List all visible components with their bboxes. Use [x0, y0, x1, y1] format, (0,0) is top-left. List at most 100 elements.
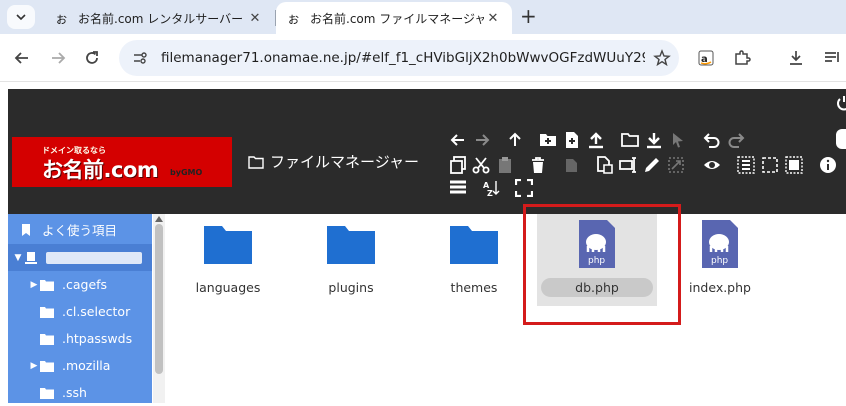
back-button[interactable] [10, 46, 34, 70]
onamae-favicon-icon: ぉ [55, 12, 68, 26]
invert-selection-icon[interactable] [784, 155, 804, 175]
new-file-icon[interactable] [562, 130, 582, 150]
sidebar-item-root[interactable]: ▼ [8, 244, 152, 271]
preview-icon[interactable] [702, 155, 722, 175]
download-icon[interactable] [784, 46, 808, 70]
undo-icon[interactable] [702, 130, 722, 150]
paste-icon[interactable] [495, 155, 515, 175]
url-text: filemanager71.onamae.ne.jp/#elf_f1_cHVib… [161, 50, 645, 66]
edit-icon[interactable] [642, 155, 662, 175]
reload-icon [86, 51, 98, 64]
php-badge: php [711, 256, 728, 266]
resize-icon[interactable] [666, 155, 686, 175]
select-none-icon[interactable] [760, 155, 780, 175]
reload-button[interactable] [80, 46, 104, 70]
tab-title: お名前.com レンタルサーバー コントロールパネル [78, 11, 246, 26]
sidebar-item-label: .mozilla [62, 358, 111, 373]
svg-text:ぉ: ぉ [55, 12, 68, 26]
tab-title: お名前.com ファイルマネージャー [310, 11, 484, 26]
onamae-favicon-icon: ぉ [287, 12, 300, 26]
annotation-highlight-box [523, 204, 681, 325]
file-name: themes [450, 280, 498, 295]
close-icon[interactable]: ✕ [246, 11, 264, 26]
tab-control-panel[interactable]: ぉ お名前.com レンタルサーバー コントロールパネル ✕ [44, 2, 274, 34]
site-info-icon[interactable] [131, 49, 149, 67]
sidebar-item-favorites[interactable]: よく使う項目 [8, 216, 152, 243]
extensions-puzzle-icon[interactable] [730, 46, 754, 70]
navigation-sidebar: よく使う項目 ▼ ▶ .cagefs .cl.selector .htpassw… [8, 214, 152, 403]
bookmark-icon [20, 223, 34, 237]
chevron-down-icon [16, 14, 26, 21]
expand-down-icon[interactable]: ▼ [12, 253, 24, 263]
expand-right-icon[interactable]: ▶ [28, 361, 40, 371]
duplicate-icon[interactable] [594, 155, 614, 175]
copy-icon[interactable] [448, 155, 468, 175]
browser-toolbar: filemanager71.onamae.ne.jp/#elf_f1_cHVib… [0, 34, 846, 82]
address-bar[interactable]: filemanager71.onamae.ne.jp/#elf_f1_cHVib… [119, 40, 679, 76]
folder-icon [40, 278, 54, 292]
svg-text:ぉ: ぉ [287, 12, 300, 26]
onamae-logo: ドメイン取るなら お名前.com byGMO [12, 137, 232, 187]
list-view-icon[interactable] [448, 178, 468, 198]
new-tab-icon[interactable]: + [520, 4, 537, 28]
file-name: plugins [328, 280, 374, 295]
info-icon[interactable] [818, 155, 838, 175]
up-icon[interactable] [505, 130, 525, 150]
file-manager: ドメイン取るなら お名前.com byGMO ファイルマネージャー A Z よく… [8, 89, 846, 403]
sidebar-item-cagefs[interactable]: ▶ .cagefs [8, 271, 152, 298]
fullscreen-icon[interactable] [514, 178, 534, 198]
sidebar-item-ssh[interactable]: .ssh [8, 379, 152, 406]
file-item-languages[interactable]: languages [168, 214, 288, 306]
expand-right-icon[interactable]: ▶ [28, 280, 40, 290]
redacted-root-name [46, 251, 142, 264]
open-icon[interactable] [620, 130, 640, 150]
arrow-right-icon [52, 52, 66, 64]
cut-icon[interactable] [471, 155, 491, 175]
reading-list-icon[interactable] [820, 46, 844, 70]
forward-icon[interactable] [472, 130, 492, 150]
file-item-plugins[interactable]: plugins [291, 214, 411, 306]
sidebar-scrollbar[interactable] [153, 214, 165, 403]
rename-icon[interactable] [618, 155, 638, 175]
redo-icon[interactable] [726, 130, 746, 150]
sort-icon[interactable]: AZ [481, 178, 501, 198]
browser-tab-strip: ぉ お名前.com レンタルサーバー コントロールパネル ✕ ぉ お名前.com… [0, 0, 846, 34]
file-name: languages [195, 280, 261, 295]
scrollbar-thumb[interactable] [155, 224, 163, 374]
logo-gmo: byGMO [170, 168, 203, 177]
sidebar-item-label: .cl.selector [62, 304, 131, 319]
sidebar-item-cl-selector[interactable]: .cl.selector [8, 298, 152, 325]
extension-amazon-icon[interactable]: a [694, 46, 718, 70]
scroll-up-icon[interactable] [155, 216, 163, 222]
file-manager-header: ドメイン取るなら お名前.com byGMO ファイルマネージャー A Z [8, 89, 846, 214]
back-icon[interactable] [448, 130, 468, 150]
power-icon[interactable] [834, 93, 846, 113]
download-icon[interactable] [644, 130, 664, 150]
file-item-themes[interactable]: themes [414, 214, 534, 306]
upload-icon[interactable] [586, 130, 606, 150]
sidebar-item-label: .ssh [62, 385, 87, 400]
folder-icon [204, 226, 252, 264]
close-icon[interactable]: ✕ [484, 11, 502, 26]
bookmark-star-icon[interactable] [645, 49, 679, 67]
tab-file-manager[interactable]: ぉ お名前.com ファイルマネージャー ✕ [276, 2, 512, 34]
folder-icon [40, 332, 54, 346]
search-box-edge[interactable] [836, 129, 846, 149]
tab-search-button[interactable] [7, 5, 35, 29]
folder-icon [327, 226, 375, 264]
file-list: languages plugins themes php db.php php … [166, 214, 846, 403]
sidebar-item-htpasswds[interactable]: .htpasswds [8, 325, 152, 352]
folder-icon [450, 226, 498, 264]
forward-button[interactable] [46, 46, 70, 70]
select-all-icon[interactable] [736, 155, 756, 175]
delete-icon[interactable] [528, 155, 548, 175]
sidebar-item-mozilla[interactable]: ▶ .mozilla [8, 352, 152, 379]
folder-icon [40, 305, 54, 319]
arrow-left-icon [14, 52, 28, 64]
title-text: ファイルマネージャー [270, 153, 419, 171]
drive-icon [24, 251, 38, 265]
new-folder-icon[interactable] [538, 130, 558, 150]
php-file-icon: php [702, 220, 738, 268]
select-icon[interactable] [668, 130, 688, 150]
empty-icon[interactable] [561, 155, 581, 175]
